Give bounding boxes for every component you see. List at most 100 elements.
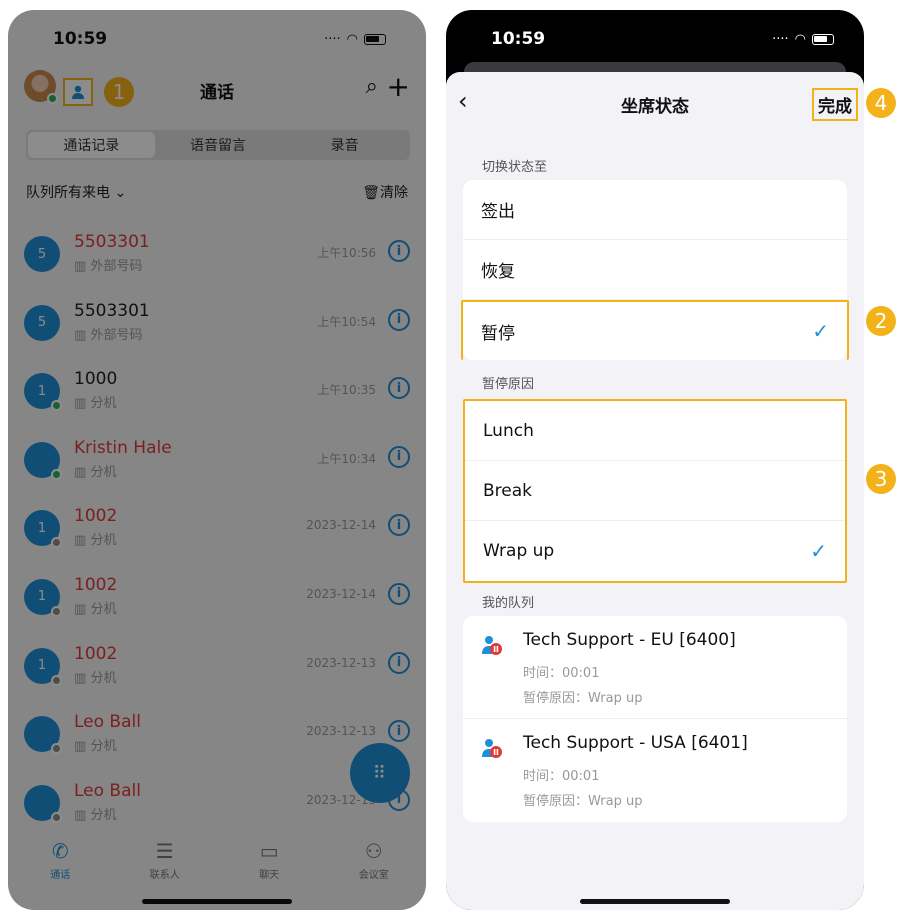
battery-icon xyxy=(812,33,834,45)
contact-avatar: 1 xyxy=(24,578,62,617)
list-item[interactable]: 5 5503301 ▥ 外部号码 上午10:54 i xyxy=(8,289,426,358)
offline-status-dot xyxy=(51,743,62,755)
checkmark-icon: ✓ xyxy=(812,319,829,343)
wifi-icon: ◠ xyxy=(794,31,806,47)
contact-avatar: 1 xyxy=(24,647,62,686)
online-status-dot xyxy=(51,400,62,412)
signal-icon: ···· xyxy=(772,31,789,47)
queue-time: 时间：00:01 xyxy=(523,769,600,784)
add-icon[interactable]: + xyxy=(387,70,410,103)
option-label: Wrap up xyxy=(483,541,555,561)
list-item[interactable]: 1 1000 ▥ 分机 上午10:35 i xyxy=(8,357,426,426)
caller-name: 1002 xyxy=(74,574,118,595)
switch-status-section-label: 切换状态至 xyxy=(482,160,548,175)
list-item[interactable]: 1 1002 ▥ 分机 2023-12-14 i xyxy=(8,563,426,632)
caller-type: ▥ 外部号码 xyxy=(74,324,142,343)
queue-paused-icon xyxy=(482,739,502,758)
building-icon: ▥ xyxy=(74,327,87,343)
dialpad-icon: ⠿ xyxy=(372,762,388,784)
info-icon[interactable]: i xyxy=(388,308,410,331)
search-icon[interactable]: ⌕ xyxy=(366,74,378,99)
list-item[interactable]: 1 1002 ▥ 分机 2023-12-14 i xyxy=(8,494,426,563)
caller-name: Kristin Hale xyxy=(74,437,172,458)
tab-voicemail[interactable]: 语音留言 xyxy=(155,132,282,158)
building-icon: ▥ xyxy=(74,807,87,823)
status-option-pause[interactable]: 暂停 ✓ xyxy=(461,300,849,360)
modal-sheet: ‹ 坐席状态 完成 切换状态至 签出 恢复 暂停 ✓ 暂停原因 Lunch Bre… xyxy=(446,72,864,910)
clear-label: 清除 xyxy=(380,185,408,201)
info-icon[interactable]: i xyxy=(388,582,410,605)
contacts-icon: ☰ xyxy=(155,838,174,863)
list-item[interactable]: Kristin Hale ▥ 分机 上午10:34 i xyxy=(8,426,426,495)
option-label: Lunch xyxy=(483,420,534,441)
info-icon[interactable]: i xyxy=(388,514,410,537)
tab-calls-label: 通话 xyxy=(50,869,71,881)
caller-type: ▥ 分机 xyxy=(74,804,116,823)
bottom-tab-bar: ✆ 通话 ☰ 联系人 ▭ 聊天 ⚇ 会议室 xyxy=(8,830,426,890)
info-icon[interactable]: i xyxy=(388,377,410,400)
home-indicator xyxy=(580,899,730,904)
call-time: 上午10:35 xyxy=(317,383,376,398)
meeting-icon: ⚇ xyxy=(364,838,383,863)
queue-name: Tech Support - EU [6400] xyxy=(523,630,736,650)
caller-name: 5503301 xyxy=(74,232,150,252)
callout-badge-3: 3 xyxy=(866,464,896,494)
caller-type-label: 外部号码 xyxy=(90,259,143,274)
contact-avatar xyxy=(24,716,62,755)
home-indicator xyxy=(142,899,292,904)
status-option-sign-out[interactable]: 签出 xyxy=(463,180,847,240)
caller-type-label: 分机 xyxy=(90,807,117,823)
info-icon[interactable]: i xyxy=(388,651,410,674)
avatar-initial: 1 xyxy=(37,520,47,536)
info-icon[interactable]: i xyxy=(388,240,410,262)
filter-dropdown[interactable]: 队列所有来电 ⌄ xyxy=(26,182,126,202)
building-icon: ▥ xyxy=(74,259,87,274)
online-status-dot xyxy=(51,468,62,480)
pause-reason-section-label: 暂停原因 xyxy=(482,377,535,392)
offline-status-dot xyxy=(51,674,62,686)
status-option-resume[interactable]: 恢复 xyxy=(463,240,847,300)
info-icon[interactable]: i xyxy=(388,720,410,743)
caller-type: ▥ 外部号码 xyxy=(74,255,142,274)
done-button[interactable]: 完成 xyxy=(812,88,858,121)
queue-pause-reason: 暂停原因：Wrap up xyxy=(523,691,643,706)
tab-chat-label: 聊天 xyxy=(259,869,280,881)
queue-name: Tech Support - USA [6401] xyxy=(523,733,748,753)
call-time: 2023-12-13 xyxy=(306,655,376,670)
caller-type-label: 外部号码 xyxy=(90,327,143,343)
phone-icon: ✆ xyxy=(51,838,69,863)
list-item[interactable]: 1 1002 ▥ 分机 2023-12-13 i xyxy=(8,632,426,701)
nav-bar: ‹ 坐席状态 完成 xyxy=(446,72,864,132)
caller-type: ▥ 分机 xyxy=(74,598,116,617)
pause-reasons-card: Lunch Break Wrap up ✓ xyxy=(463,399,847,583)
pause-reason-wrap-up[interactable]: Wrap up ✓ xyxy=(465,521,845,581)
caller-type: ▥ 分机 xyxy=(74,461,116,480)
list-item[interactable]: 5 5503301 ▥ 外部号码 上午10:56 i xyxy=(8,220,426,289)
avatar-initial: 1 xyxy=(37,383,47,399)
contact-avatar: 5 xyxy=(24,236,60,272)
caller-type: ▥ 分机 xyxy=(74,529,116,548)
offline-status-dot xyxy=(51,537,62,549)
info-icon[interactable]: i xyxy=(388,445,410,468)
tab-meeting[interactable]: ⚇ 会议室 xyxy=(322,830,427,890)
pause-reason-lunch[interactable]: Lunch xyxy=(465,401,845,461)
caller-type: ▥ 分机 xyxy=(74,667,116,686)
contact-avatar: 1 xyxy=(24,373,62,412)
caller-type-label: 分机 xyxy=(90,601,117,617)
tab-calls[interactable]: ✆ 通话 xyxy=(8,830,113,890)
tab-recordings[interactable]: 录音 xyxy=(281,132,408,158)
tab-contacts-label: 联系人 xyxy=(149,869,180,881)
tab-contacts[interactable]: ☰ 联系人 xyxy=(113,830,218,890)
call-time: 上午10:56 xyxy=(317,246,376,260)
queue-time: 时间：00:01 xyxy=(523,666,600,681)
tab-chat[interactable]: ▭ 聊天 xyxy=(217,830,322,890)
wifi-icon: ◠ xyxy=(346,31,358,47)
page-title: 坐席状态 xyxy=(621,97,689,117)
dialpad-button[interactable]: ⠿ xyxy=(350,743,410,803)
segmented-tabs: 通话记录 语音留言 录音 xyxy=(26,130,410,160)
building-icon: ▥ xyxy=(74,396,87,412)
pause-reason-break[interactable]: Break xyxy=(465,461,845,521)
call-time: 2023-12-14 xyxy=(306,586,376,601)
clear-button[interactable]: 🗑清除 xyxy=(362,182,408,202)
tab-call-log[interactable]: 通话记录 xyxy=(28,132,155,158)
